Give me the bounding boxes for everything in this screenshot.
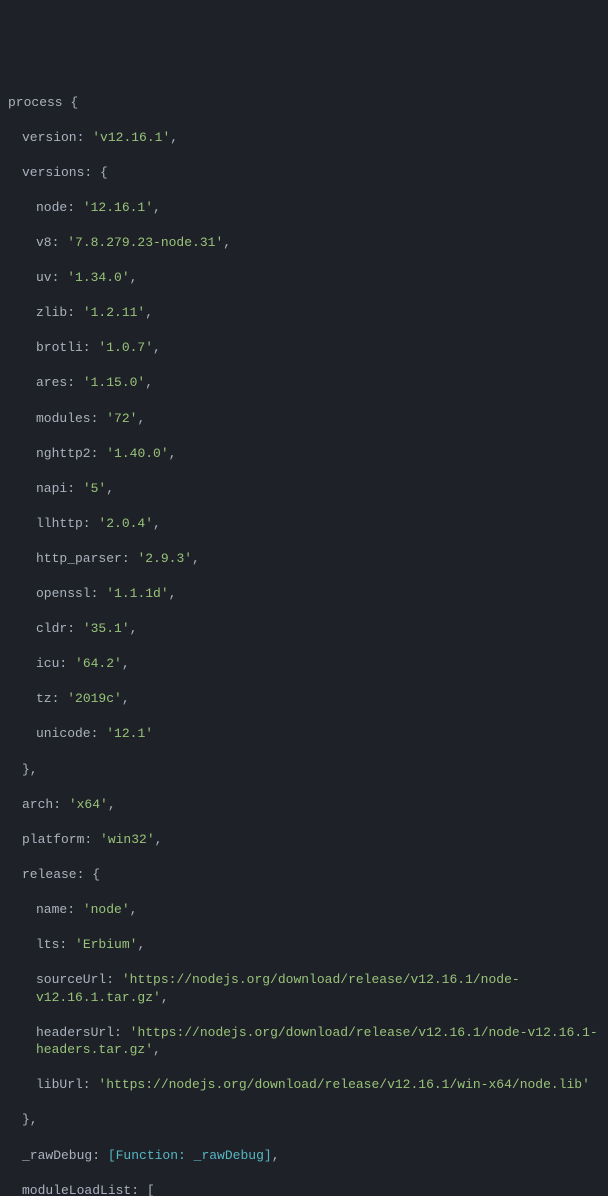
close-brace: }, — [22, 762, 38, 777]
unicode-key: unicode: — [36, 726, 98, 741]
ares-value: '1.15.0' — [83, 375, 145, 390]
modules-value: '72' — [106, 411, 137, 426]
uv-value: '1.34.0' — [67, 270, 129, 285]
http-parser-value: '2.9.3' — [137, 551, 192, 566]
http-parser-key: http_parser: — [36, 551, 130, 566]
function-bracket: [Function: — [108, 1148, 194, 1163]
brotli-key: brotli: — [36, 340, 91, 355]
icu-key: icu: — [36, 656, 67, 671]
headersurl-key: headersUrl: — [36, 1025, 122, 1040]
ares-key: ares: — [36, 375, 75, 390]
tz-value: '2019c' — [67, 691, 122, 706]
rawdebug-key: _rawDebug: — [22, 1148, 100, 1163]
v8-value: '7.8.279.23-node.31' — [67, 235, 223, 250]
platform-value: 'win32' — [100, 832, 155, 847]
version-value: 'v12.16.1' — [92, 130, 170, 145]
modules-key: modules: — [36, 411, 98, 426]
zlib-value: '1.2.11' — [83, 305, 145, 320]
napi-key: napi: — [36, 481, 75, 496]
openssl-value: '1.1.1d' — [106, 586, 168, 601]
node-key: node: — [36, 200, 75, 215]
nghttp2-key: nghttp2: — [36, 446, 98, 461]
v8-key: v8: — [36, 235, 59, 250]
moduleloadlist-key: moduleLoadList: — [22, 1183, 139, 1196]
versions-key: versions: — [22, 165, 92, 180]
name-value: 'node' — [83, 902, 130, 917]
unicode-value: '12.1' — [106, 726, 153, 741]
tz-key: tz: — [36, 691, 59, 706]
code-output: process { version: 'v12.16.1', versions:… — [8, 76, 600, 1196]
uv-key: uv: — [36, 270, 59, 285]
name-key: name: — [36, 902, 75, 917]
arch-key: arch: — [22, 797, 61, 812]
liburl-value: 'https://nodejs.org/download/release/v12… — [98, 1077, 589, 1092]
zlib-key: zlib: — [36, 305, 75, 320]
cldr-key: cldr: — [36, 621, 75, 636]
llhttp-value: '2.0.4' — [98, 516, 153, 531]
lts-key: lts: — [36, 937, 67, 952]
brotli-value: '1.0.7' — [98, 340, 153, 355]
platform-key: platform: — [22, 832, 92, 847]
cldr-value: '35.1' — [83, 621, 130, 636]
openssl-key: openssl: — [36, 586, 98, 601]
arch-value: 'x64' — [69, 797, 108, 812]
napi-value: '5' — [83, 481, 106, 496]
process-label: process — [8, 95, 63, 110]
liburl-key: libUrl: — [36, 1077, 91, 1092]
close-brace: }, — [22, 1112, 38, 1127]
llhttp-key: llhttp: — [36, 516, 91, 531]
version-key: version: — [22, 130, 84, 145]
node-value: '12.16.1' — [83, 200, 153, 215]
icu-value: '64.2' — [75, 656, 122, 671]
release-key: release: — [22, 867, 84, 882]
function-name: _rawDebug — [194, 1148, 264, 1163]
lts-value: 'Erbium' — [75, 937, 137, 952]
sourceurl-key: sourceUrl: — [36, 972, 114, 987]
nghttp2-value: '1.40.0' — [106, 446, 168, 461]
